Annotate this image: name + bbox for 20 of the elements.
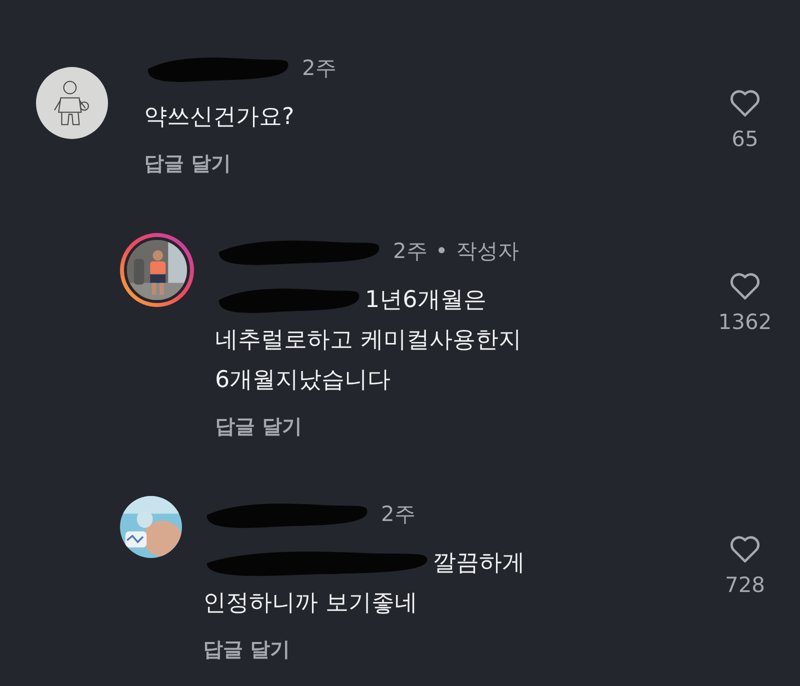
like-count: 65 <box>732 127 758 151</box>
comment-meta: 작성자 <box>456 238 519 265</box>
comment-time: 2주 <box>393 238 428 265</box>
comment-text: 인정하니까 보기좋네 <box>203 588 418 618</box>
heart-icon[interactable] <box>728 88 762 118</box>
heart-icon[interactable] <box>728 271 762 301</box>
comment-time: 2주 <box>302 55 336 82</box>
comment-text: 약쓰신건가요? <box>144 102 294 132</box>
like-count: 1362 <box>718 310 772 334</box>
comment-time: 2주 <box>381 501 416 528</box>
reply-link[interactable]: 답글 달기 <box>215 411 302 441</box>
reply-link[interactable]: 답글 달기 <box>144 148 231 178</box>
heart-icon[interactable] <box>728 534 762 564</box>
comment-text: 깔끔하게 <box>433 548 525 578</box>
reply-link[interactable]: 답글 달기 <box>203 634 290 664</box>
comment-text: 6개월지났습니다 <box>215 366 391 394</box>
comment-text: 1년6개월은 <box>365 286 486 314</box>
comment-meta: • <box>435 239 448 263</box>
like-count: 728 <box>724 573 766 597</box>
comment-text: 네추럴로하고 케미컬사용한지 <box>215 326 522 354</box>
